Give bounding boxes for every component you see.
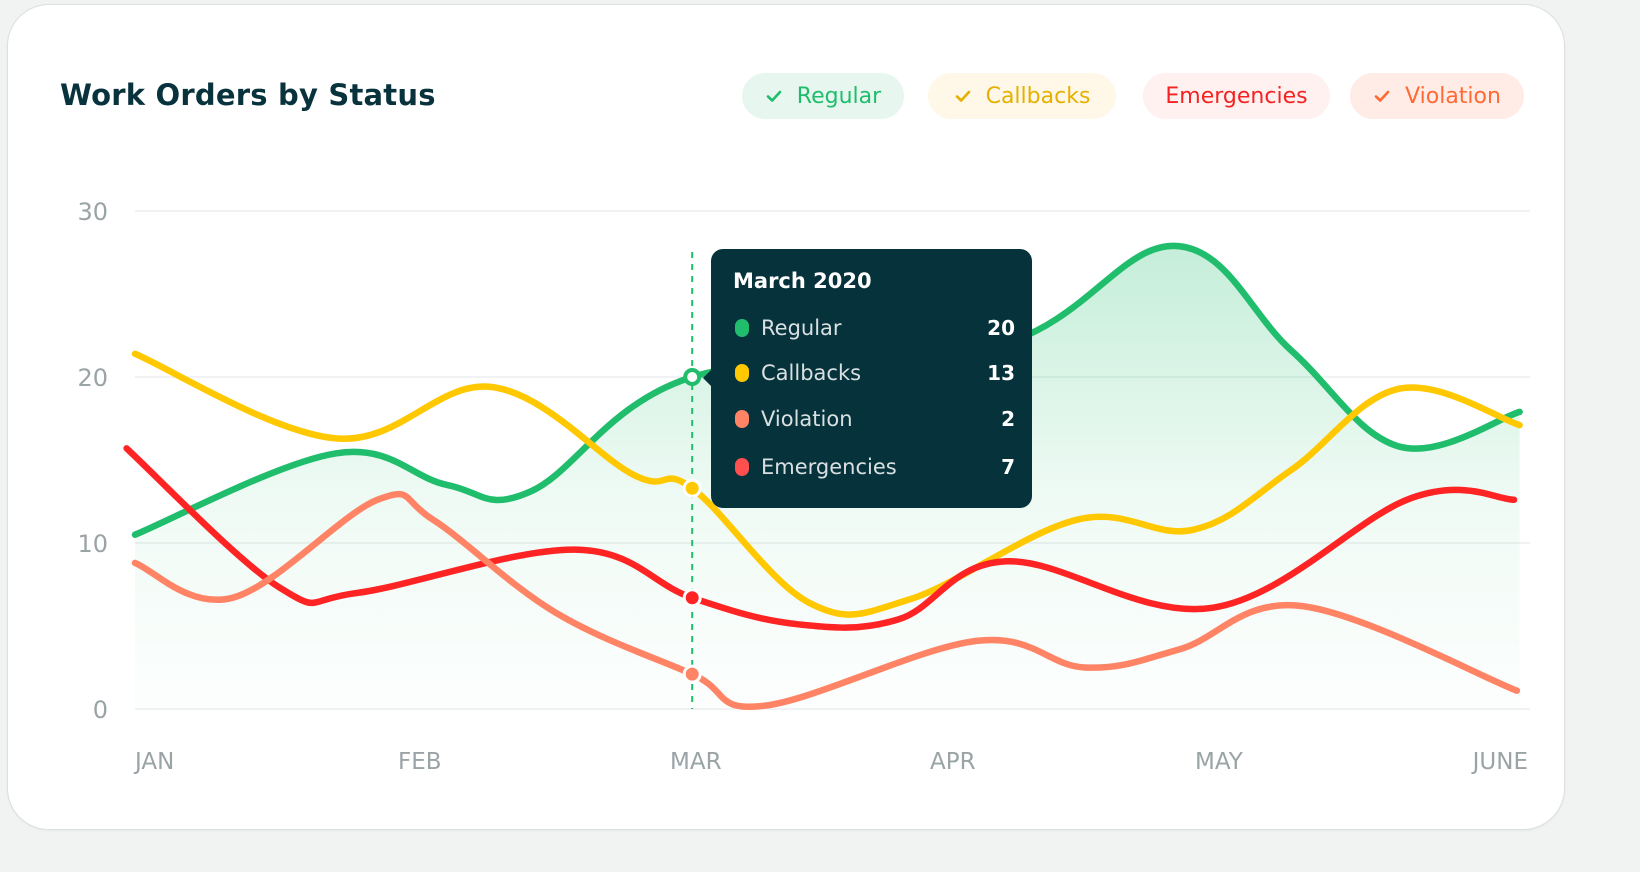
x-tick-label: MAY — [1195, 749, 1244, 775]
hover-tooltip: March 2020 Regular 20 Callbacks 13 Viola… — [703, 249, 1032, 508]
violation-dot-icon — [735, 410, 749, 428]
checkmark-icon — [955, 90, 970, 102]
x-tick-label: APR — [930, 749, 976, 775]
hover-marker-emergencies — [682, 588, 702, 608]
legend-chip-label: Regular — [796, 83, 882, 109]
y-axis: 0 10 20 30 — [77, 198, 108, 724]
x-tick-label: JUNE — [1471, 749, 1528, 775]
x-tick-label: MAR — [670, 749, 722, 775]
tooltip-value: 13 — [987, 361, 1015, 385]
x-tick-label: JAN — [133, 749, 174, 775]
checkmark-icon — [766, 90, 782, 102]
legend-chip-label: Callbacks — [985, 83, 1091, 109]
y-tick-label: 30 — [77, 198, 108, 226]
tooltip-label: Emergencies — [761, 455, 897, 479]
legend-chip-emergencies[interactable]: Emergencies — [1143, 73, 1330, 119]
legend-chip-violation[interactable]: Violation — [1350, 73, 1524, 119]
legend-chip-regular[interactable]: Regular — [742, 73, 904, 119]
tooltip-value: 7 — [1001, 455, 1015, 479]
checkmark-icon — [1374, 90, 1390, 102]
legend-chip-label: Violation — [1405, 83, 1501, 109]
tooltip-label: Regular — [761, 316, 842, 340]
tooltip-label: Violation — [761, 407, 853, 431]
legend-chip-callbacks[interactable]: Callbacks — [928, 73, 1116, 119]
y-tick-label: 10 — [77, 530, 108, 558]
tooltip-label: Callbacks — [761, 361, 862, 385]
emergencies-dot-icon — [735, 458, 749, 476]
tooltip-row-emergencies: Emergencies 7 — [735, 452, 1015, 482]
tooltip-row-violation: Violation 2 — [735, 404, 1015, 434]
tooltip-title: March 2020 — [733, 269, 872, 293]
regular-dot-icon — [735, 319, 749, 337]
x-axis: JAN FEB MAR APR MAY JUNE — [133, 749, 1528, 775]
y-tick-label: 20 — [77, 364, 108, 392]
tooltip-row-callbacks: Callbacks 13 — [735, 358, 1015, 388]
tooltip-value: 20 — [987, 316, 1015, 340]
tooltip-value: 2 — [1001, 407, 1015, 431]
tooltip-row-regular: Regular 20 — [735, 313, 1015, 343]
callbacks-dot-icon — [735, 364, 749, 382]
hover-marker-regular — [683, 368, 702, 386]
hover-marker-violation — [682, 664, 702, 684]
legend-chip-label: Emergencies — [1165, 83, 1308, 109]
tooltip-pointer — [703, 370, 711, 386]
x-tick-label: FEB — [398, 749, 442, 775]
hover-marker-callbacks — [682, 478, 702, 498]
y-tick-label: 0 — [93, 696, 108, 724]
